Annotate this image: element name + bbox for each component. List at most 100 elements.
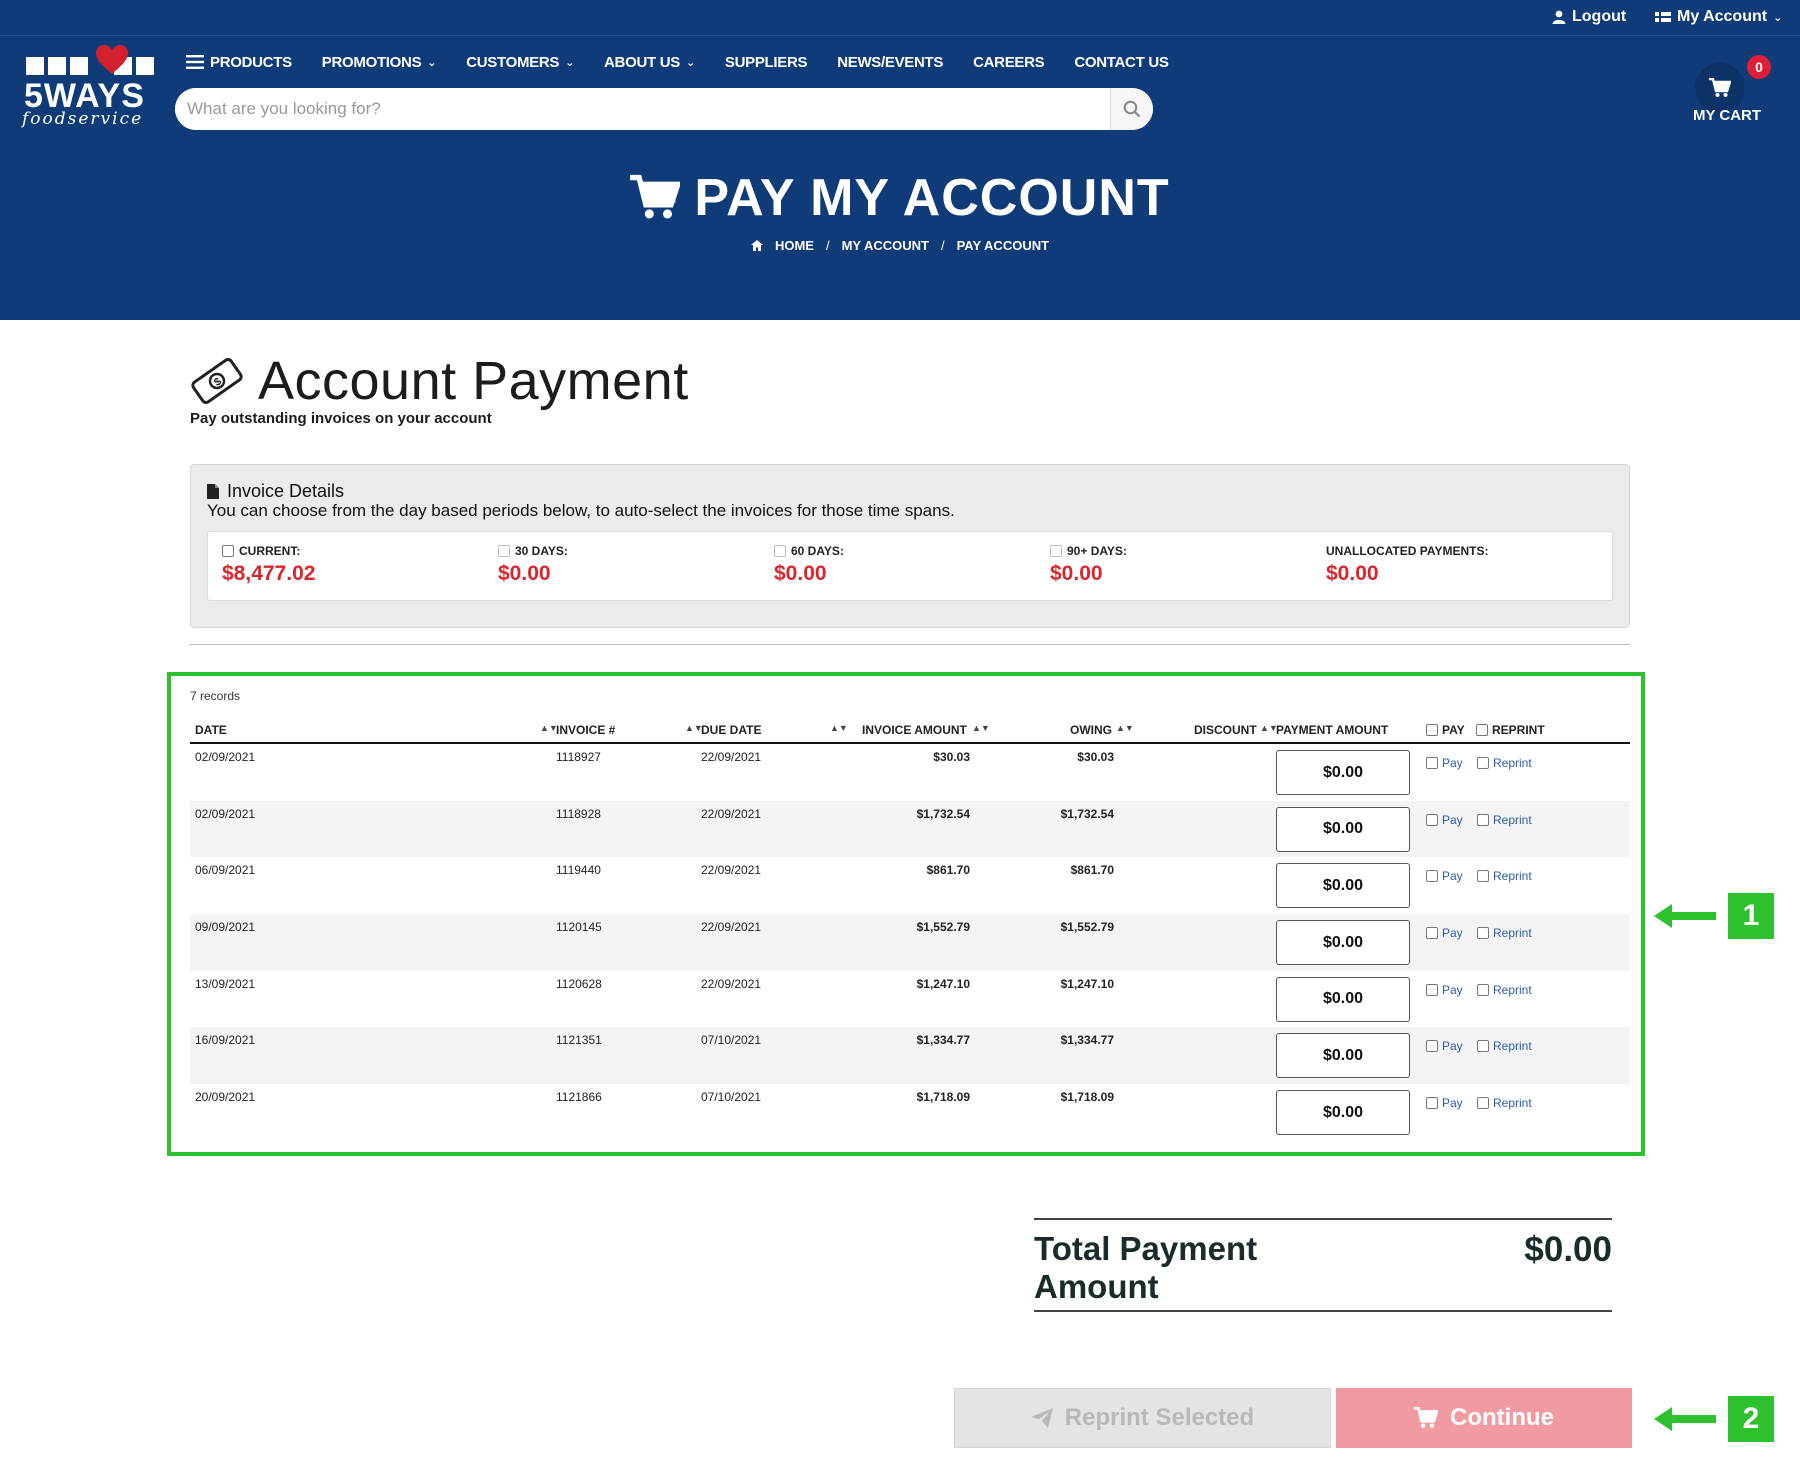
period-value: $0.00 xyxy=(1326,562,1379,585)
hero-heading: PAY MY ACCOUNT xyxy=(694,169,1170,227)
pay-checkbox-label: Pay xyxy=(1442,756,1463,770)
cell-invoice-number: 1120628 xyxy=(556,976,602,991)
select-all-reprint-checkbox[interactable] xyxy=(1476,724,1488,736)
page-subtitle: Pay outstanding invoices on your account xyxy=(190,410,492,427)
reprint-checkbox[interactable]: Reprint xyxy=(1477,756,1532,770)
nav-promotions[interactable]: PROMOTIONS ⌄ xyxy=(322,54,437,71)
pay-checkbox-box[interactable] xyxy=(1426,757,1438,769)
column-discount[interactable]: DISCOUNT xyxy=(1194,723,1257,737)
column-pay[interactable]: PAY xyxy=(1426,723,1465,737)
cell-owing: $1,718.09 xyxy=(1060,1090,1114,1105)
sort-icon[interactable]: ▲▼ xyxy=(830,723,848,733)
nav-suppliers[interactable]: SUPPLIERS xyxy=(725,54,808,71)
pay-checkbox[interactable]: Pay xyxy=(1426,869,1463,883)
nav-about-us[interactable]: ABOUT US ⌄ xyxy=(604,54,695,71)
nav-products[interactable]: PRODUCTS xyxy=(186,54,292,71)
continue-button[interactable]: Continue xyxy=(1336,1388,1632,1448)
column-date[interactable]: DATE xyxy=(195,723,227,737)
pay-checkbox[interactable]: Pay xyxy=(1426,1039,1463,1053)
pay-checkbox[interactable]: Pay xyxy=(1426,1096,1463,1110)
pay-checkbox-box[interactable] xyxy=(1426,870,1438,883)
pay-checkbox-label: Pay xyxy=(1442,812,1463,827)
reprint-header-label: REPRINT xyxy=(1492,723,1545,737)
logout-link[interactable]: Logout xyxy=(1552,8,1626,26)
nav-news-events[interactable]: NEWS/EVENTS xyxy=(837,54,943,71)
period-label: 90+ DAYS: xyxy=(1067,544,1127,558)
reprint-checkbox-box[interactable] xyxy=(1477,927,1489,940)
reprint-checkbox[interactable]: Reprint xyxy=(1477,1039,1532,1053)
pay-checkbox-box[interactable] xyxy=(1426,927,1438,940)
search-icon xyxy=(1123,100,1141,118)
period-checkbox[interactable] xyxy=(498,545,510,557)
payment-amount-input[interactable] xyxy=(1276,750,1410,795)
nav-contact-us[interactable]: CONTACT US xyxy=(1074,54,1169,71)
invoice-details-description: You can choose from the day based period… xyxy=(207,501,955,520)
pay-checkbox[interactable]: Pay xyxy=(1426,926,1463,940)
payment-amount-input[interactable] xyxy=(1276,920,1410,966)
column-owing[interactable]: OWING xyxy=(1070,723,1112,737)
send-icon xyxy=(1030,1408,1053,1428)
pay-checkbox-box[interactable] xyxy=(1426,1097,1438,1110)
search-button[interactable] xyxy=(1110,88,1153,130)
reprint-checkbox-box[interactable] xyxy=(1477,813,1489,826)
period-label-row: UNALLOCATED PAYMENTS: xyxy=(1326,544,1488,558)
pay-checkbox[interactable]: Pay xyxy=(1426,813,1463,827)
column-invoice-amount[interactable]: INVOICE AMOUNT xyxy=(862,723,967,737)
breadcrumb-my-account[interactable]: MY ACCOUNT xyxy=(842,238,929,253)
reprint-checkbox-box[interactable] xyxy=(1477,870,1489,883)
my-account-menu[interactable]: My Account ⌄ xyxy=(1655,8,1782,26)
reprint-selected-button[interactable]: Reprint Selected xyxy=(954,1388,1331,1448)
reprint-checkbox-box[interactable] xyxy=(1477,1097,1489,1110)
sort-icon[interactable]: ▲▼ xyxy=(972,723,990,733)
pay-checkbox-box[interactable] xyxy=(1426,813,1438,826)
period-current[interactable]: CURRENT: $8,477.02 xyxy=(222,544,315,586)
reprint-checkbox-box[interactable] xyxy=(1477,983,1489,996)
table-header: DATE ▲▼ INVOICE # ▲▼ DUE DATE ▲▼ INVOICE… xyxy=(190,718,1630,744)
invoice-details-heading: Invoice Details xyxy=(227,481,345,501)
select-all-pay-checkbox[interactable] xyxy=(1426,724,1438,736)
payment-amount-input[interactable] xyxy=(1276,1090,1410,1136)
column-due-date[interactable]: DUE DATE xyxy=(701,723,761,737)
reprint-checkbox-box[interactable] xyxy=(1477,757,1489,769)
nav-careers[interactable]: CAREERS xyxy=(973,54,1045,71)
payment-amount-input[interactable] xyxy=(1276,976,1410,1022)
period-60-days[interactable]: 60 DAYS: $0.00 xyxy=(774,544,844,586)
period-90-days[interactable]: 90+ DAYS: $0.00 xyxy=(1050,544,1127,586)
site-logo[interactable]: 5WAYS foodservice xyxy=(22,45,154,131)
document-icon xyxy=(207,484,219,499)
period-checkbox[interactable] xyxy=(774,545,786,557)
cell-invoice-number: 1120145 xyxy=(556,920,602,935)
pay-checkbox-box[interactable] xyxy=(1426,1040,1438,1053)
table-row: 02/09/2021 1118928 22/09/2021 $1,732.54 $1,7… xyxy=(190,800,1630,858)
reprint-checkbox[interactable]: Reprint xyxy=(1477,1096,1532,1110)
nav-customers[interactable]: CUSTOMERS ⌄ xyxy=(466,54,574,71)
reprint-checkbox-box[interactable] xyxy=(1477,1040,1489,1053)
payment-amount-input[interactable] xyxy=(1276,806,1410,852)
reprint-checkbox-label: Reprint xyxy=(1493,869,1532,884)
period-checkbox[interactable] xyxy=(222,545,234,557)
payment-amount-input[interactable] xyxy=(1276,1033,1410,1079)
reprint-checkbox[interactable]: Reprint xyxy=(1477,983,1532,997)
reprint-checkbox-label: Reprint xyxy=(1493,812,1532,827)
reprint-checkbox[interactable]: Reprint xyxy=(1477,926,1532,940)
chevron-down-icon: ⌄ xyxy=(427,56,437,69)
sort-icon[interactable]: ▲▼ xyxy=(1116,723,1134,733)
breadcrumb-home[interactable]: HOME xyxy=(775,238,814,253)
pay-checkbox[interactable]: Pay xyxy=(1426,756,1463,770)
pay-checkbox-box[interactable] xyxy=(1426,983,1438,996)
period-label: 30 DAYS: xyxy=(515,544,568,558)
search-input[interactable] xyxy=(175,88,1110,130)
period-label-row: CURRENT: xyxy=(222,544,315,558)
payment-amount-input[interactable] xyxy=(1276,863,1410,909)
reprint-checkbox[interactable]: Reprint xyxy=(1477,869,1532,883)
cell-invoice-amount: $1,334.77 xyxy=(916,1033,970,1048)
pay-checkbox[interactable]: Pay xyxy=(1426,983,1463,997)
reprint-checkbox[interactable]: Reprint xyxy=(1477,813,1532,827)
period-checkbox[interactable] xyxy=(1050,545,1062,557)
column-reprint[interactable]: REPRINT xyxy=(1476,723,1545,737)
period-30-days[interactable]: 30 DAYS: $0.00 xyxy=(498,544,568,586)
my-cart-button[interactable]: 0 MY CART xyxy=(1685,55,1773,133)
logout-label: Logout xyxy=(1572,8,1627,25)
column-invoice[interactable]: INVOICE # xyxy=(556,723,615,737)
total-payment-value: $0.00 xyxy=(1524,1230,1612,1269)
